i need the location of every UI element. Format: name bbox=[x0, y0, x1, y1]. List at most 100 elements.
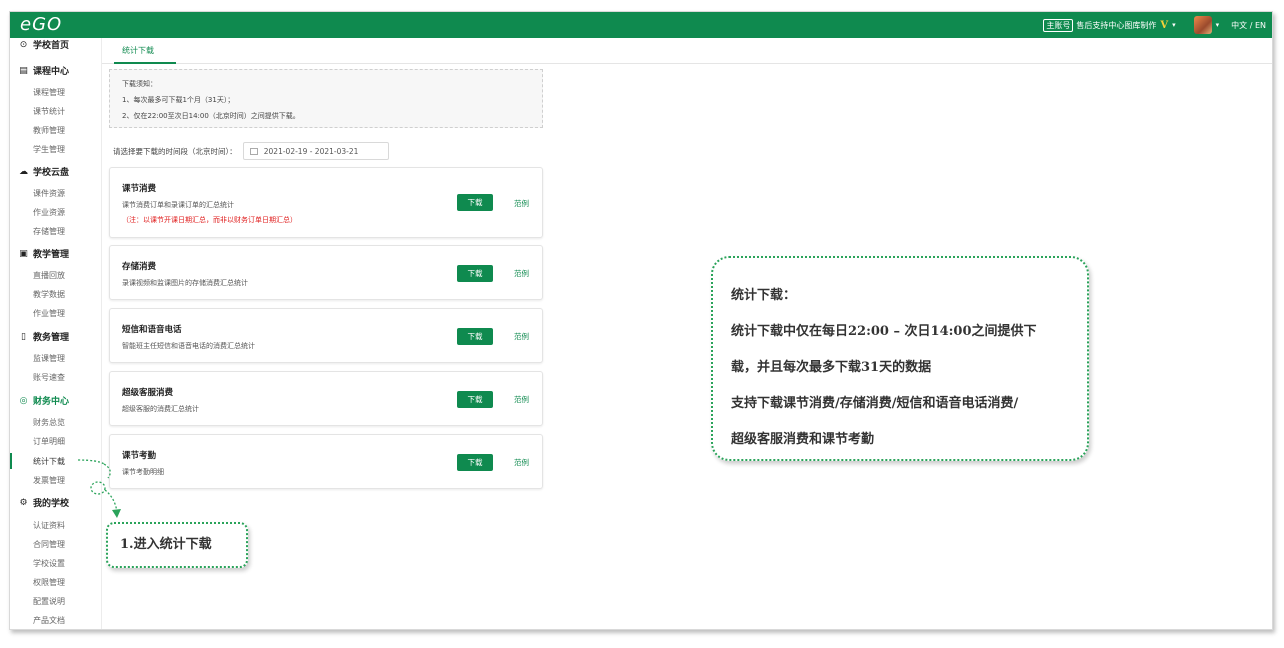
card-super-service: 超级客服消费 超级客服的消费汇总统计 下载 范例 bbox=[109, 371, 543, 426]
download-button[interactable]: 下载 bbox=[457, 454, 493, 471]
pointer-arrow-icon bbox=[77, 459, 121, 518]
sidebar-item-monitor[interactable]: 监课管理 bbox=[33, 353, 65, 364]
example-link[interactable]: 范例 bbox=[514, 457, 529, 468]
sidebar-section-label: 教学管理 bbox=[33, 250, 70, 260]
sidebar-item-order-detail[interactable]: 订单明细 bbox=[33, 436, 65, 447]
sidebar-section-my-school[interactable]: ⚙ 我的学校 bbox=[18, 496, 70, 510]
top-bar: eGO 主账号 售后支持中心图库制作 V ▾ ▾ 中文 / EN bbox=[10, 12, 1272, 38]
example-link[interactable]: 范例 bbox=[514, 198, 529, 209]
avatar[interactable] bbox=[1193, 16, 1212, 34]
vip-icon: V bbox=[1160, 19, 1169, 31]
finance-icon: ◎ bbox=[19, 395, 28, 406]
sidebar-item-invoice[interactable]: 发票管理 bbox=[33, 475, 65, 486]
card-title: 超级客服消费 bbox=[122, 388, 174, 398]
sidebar-item-teacher-manage[interactable]: 教师管理 bbox=[33, 125, 65, 136]
sidebar-section-label: 学校云盘 bbox=[33, 168, 70, 178]
sidebar-item-student-manage[interactable]: 学生管理 bbox=[33, 144, 65, 155]
sidebar-section-home[interactable]: ⊙ 学校首页 bbox=[18, 38, 70, 52]
date-range-picker[interactable]: 2021-02-19 - 2021-03-21 bbox=[242, 142, 389, 160]
sidebar-item-homework-res[interactable]: 作业资源 bbox=[33, 207, 65, 218]
sidebar-section-course[interactable]: ▤ 课程中心 bbox=[18, 64, 70, 78]
cloud-icon: ☁ bbox=[19, 166, 28, 177]
calendar-icon bbox=[249, 147, 258, 155]
account-type-badge: 主账号 bbox=[1043, 18, 1074, 32]
example-link[interactable]: 范例 bbox=[514, 268, 529, 279]
example-link[interactable]: 范例 bbox=[514, 394, 529, 405]
notice-title: 下载须知： bbox=[122, 80, 157, 88]
card-title: 短信和语音电话 bbox=[122, 325, 182, 335]
callout-line-1: 统计下载： bbox=[731, 288, 797, 303]
logo[interactable]: eGO bbox=[20, 14, 62, 35]
top-right-area: 主账号 售后支持中心图库制作 V ▾ ▾ 中文 / EN bbox=[1043, 12, 1266, 38]
sidebar-section-label: 教务管理 bbox=[33, 333, 70, 343]
sidebar-section-finance[interactable]: ◎ 财务中心 bbox=[18, 394, 70, 408]
sidebar-section-teaching[interactable]: ▣ 教学管理 bbox=[18, 247, 70, 261]
tab-underline bbox=[114, 62, 176, 64]
card-desc: 录课视频和监课图片的存储消费汇总统计 bbox=[122, 279, 248, 287]
callout-line-5: 超级客服消费和课节考勤 bbox=[731, 432, 875, 447]
sidebar-section-label: 财务中心 bbox=[33, 397, 70, 407]
card-desc: 超级客服的消费汇总统计 bbox=[122, 405, 199, 413]
callout-line-4: 支持下载课节消费/存储消费/短信和语音电话消费/ bbox=[731, 396, 1019, 411]
sidebar-item-teaching-data[interactable]: 教学数据 bbox=[33, 289, 65, 300]
sidebar-item-product-docs[interactable]: 产品文档 bbox=[33, 615, 65, 626]
tab-bar: 统计下载 bbox=[102, 38, 1272, 64]
card-desc: 智能班主任短信和语音电话的消费汇总统计 bbox=[122, 342, 255, 350]
card-title: 课节消费 bbox=[122, 184, 157, 194]
card-storage-consumption: 存储消费 录课视频和监课图片的存储消费汇总统计 下载 范例 bbox=[109, 245, 543, 300]
sidebar-section-label: 我的学校 bbox=[33, 499, 70, 509]
active-indicator bbox=[10, 453, 12, 469]
notice-line-2: 2、仅在22:00至次日14:00（北京时间）之间提供下载。 bbox=[122, 112, 300, 120]
home-icon: ⊙ bbox=[19, 39, 28, 50]
card-sms-voice: 短信和语音电话 智能班主任短信和语音电话的消费汇总统计 下载 范例 bbox=[109, 308, 543, 363]
callout-line-2: 统计下载中仅在每日22:00 – 次日14:00之间提供下 bbox=[731, 324, 1037, 339]
sidebar-item-school-settings[interactable]: 学校设置 bbox=[33, 558, 65, 569]
download-button[interactable]: 下载 bbox=[457, 194, 493, 211]
app-window: eGO 主账号 售后支持中心图库制作 V ▾ ▾ 中文 / EN ⊙ 学校首页 … bbox=[9, 11, 1273, 630]
sidebar-item-course-manage[interactable]: 课程管理 bbox=[33, 87, 65, 98]
sidebar-item-finance-overview[interactable]: 财务总览 bbox=[33, 417, 65, 428]
sidebar-item-stats-download[interactable]: 统计下载 bbox=[33, 456, 65, 467]
card-note: （注：以课节开课日期汇总，而非以财务订单日期汇总） bbox=[122, 216, 297, 224]
sidebar-item-config-guide[interactable]: 配置说明 bbox=[33, 596, 65, 607]
language-switch[interactable]: 中文 / EN bbox=[1231, 20, 1266, 31]
card-lesson-attendance: 课节考勤 课节考勤明细 下载 范例 bbox=[109, 434, 543, 489]
callout-line-3: 载，并且每次最多下载31天的数据 bbox=[731, 360, 932, 375]
example-link[interactable]: 范例 bbox=[514, 331, 529, 342]
sidebar-item-replay[interactable]: 直播回放 bbox=[33, 270, 65, 281]
org-name[interactable]: 售后支持中心图库制作 bbox=[1076, 20, 1156, 31]
sidebar-item-lesson-stats[interactable]: 课节统计 bbox=[33, 106, 65, 117]
sidebar-section-cloud[interactable]: ☁ 学校云盘 bbox=[18, 165, 70, 179]
download-notice: 下载须知： 1、每次最多可下载1个月（31天）； 2、仅在22:00至次日14:… bbox=[109, 69, 543, 128]
card-title: 存储消费 bbox=[122, 262, 157, 272]
download-button[interactable]: 下载 bbox=[457, 391, 493, 408]
download-button[interactable]: 下载 bbox=[457, 265, 493, 282]
gear-icon: ⚙ bbox=[19, 497, 28, 508]
screen-icon: ▣ bbox=[19, 248, 28, 259]
calendar-icon: ▤ bbox=[19, 65, 28, 76]
sidebar-item-homework-manage[interactable]: 作业管理 bbox=[33, 308, 65, 319]
date-range-row: 请选择要下载的时间段（北京时间）： 2021-02-19 - 2021-03-2… bbox=[113, 142, 389, 160]
sidebar-item-contract[interactable]: 合同管理 bbox=[33, 539, 65, 550]
user-dropdown-icon[interactable]: ▾ bbox=[1216, 21, 1220, 29]
sidebar-section-academic[interactable]: ▯ 教务管理 bbox=[18, 330, 70, 344]
sidebar-item-storage[interactable]: 存储管理 bbox=[33, 226, 65, 237]
download-button[interactable]: 下载 bbox=[457, 328, 493, 345]
card-desc: 课节消费订单和录课订单的汇总统计 bbox=[122, 201, 234, 209]
tab-stats-download[interactable]: 统计下载 bbox=[122, 45, 154, 56]
callout-step-1: 1.进入统计下载 bbox=[106, 522, 248, 568]
date-range-label: 请选择要下载的时间段（北京时间）： bbox=[113, 146, 237, 156]
card-lesson-consumption: 课节消费 课节消费订单和录课订单的汇总统计 （注：以课节开课日期汇总，而非以财务… bbox=[109, 167, 543, 238]
sidebar-section-label: 课程中心 bbox=[33, 67, 70, 77]
callout-explanation: 统计下载： 统计下载中仅在每日22:00 – 次日14:00之间提供下 载，并且… bbox=[711, 256, 1089, 461]
notice-line-1: 1、每次最多可下载1个月（31天）； bbox=[122, 96, 235, 104]
sidebar-item-certification[interactable]: 认证资料 bbox=[33, 520, 65, 531]
sidebar-item-courseware[interactable]: 课件资源 bbox=[33, 188, 65, 199]
monitor-icon: ▯ bbox=[21, 331, 26, 342]
sidebar: ⊙ 学校首页 ▤ 课程中心 课程管理 课节统计 教师管理 学生管理 ☁ 学校云盘… bbox=[10, 38, 102, 629]
date-range-value: 2021-02-19 - 2021-03-21 bbox=[263, 146, 359, 156]
sidebar-item-permissions[interactable]: 权限管理 bbox=[33, 577, 65, 588]
org-dropdown-icon[interactable]: ▾ bbox=[1172, 21, 1176, 29]
sidebar-section-label: 学校首页 bbox=[33, 41, 70, 51]
sidebar-item-account-lookup[interactable]: 账号速查 bbox=[33, 372, 65, 383]
